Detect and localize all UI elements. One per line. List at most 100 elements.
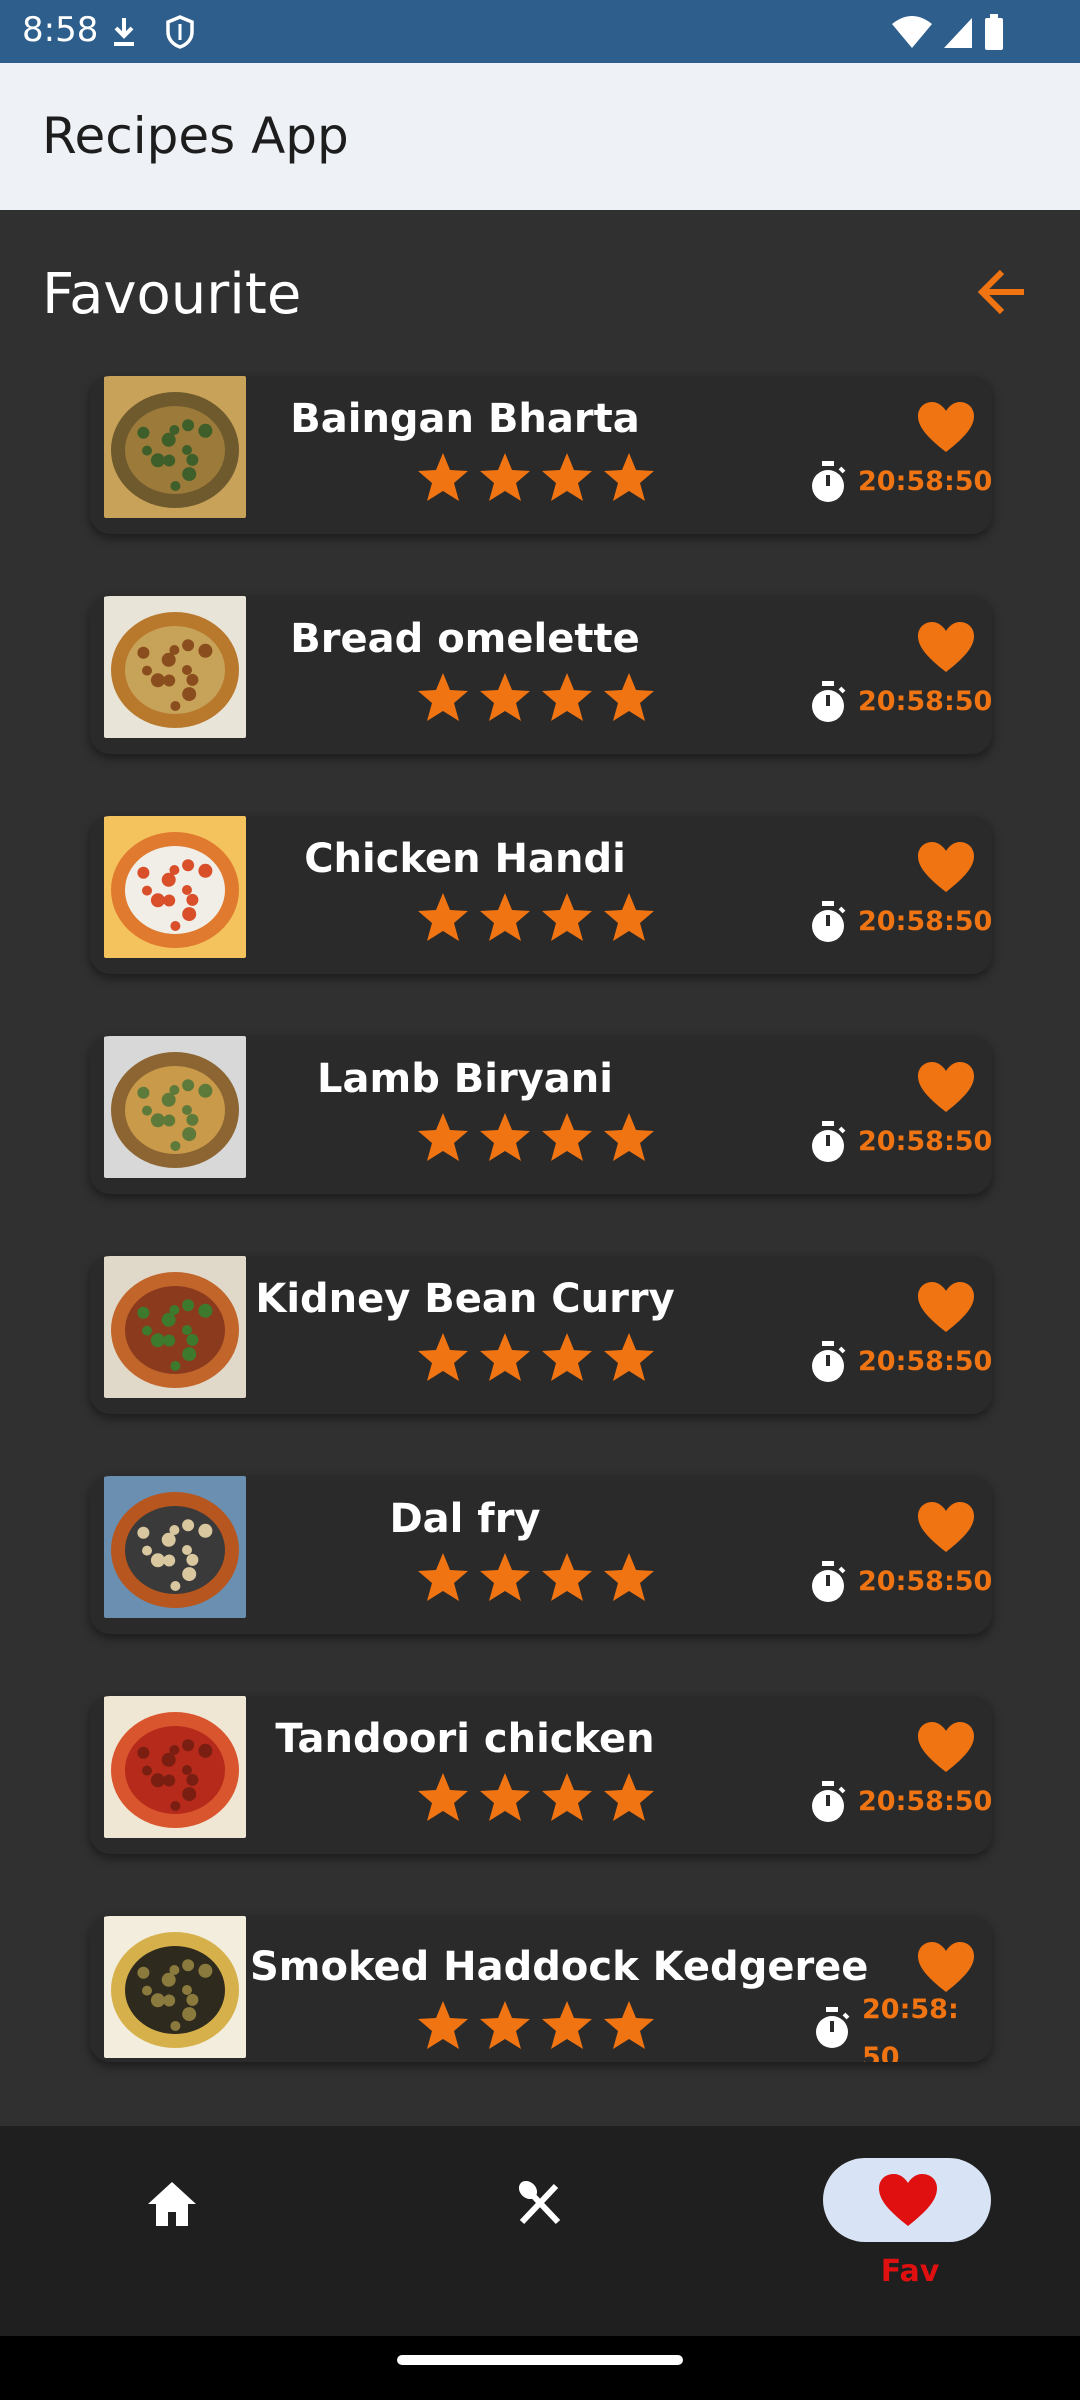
star-icon [418, 1113, 468, 1161]
download-icon [114, 18, 134, 46]
stopwatch-icon [812, 681, 846, 722]
star-icon [480, 2001, 530, 2049]
rating-stars [415, 890, 665, 946]
gesture-handle[interactable] [397, 2355, 683, 2365]
arrow-left-icon[interactable] [972, 262, 1032, 322]
stopwatch-icon [812, 1561, 846, 1602]
star-icon [480, 1773, 530, 1821]
recipe-card[interactable]: Tandoori chicken 20:58:50 [90, 1696, 992, 1854]
star-icon [480, 1553, 530, 1601]
app-bar: Recipes App [0, 63, 1080, 210]
recipe-name: Bread omelette [290, 616, 640, 662]
stopwatch-icon [812, 901, 846, 942]
recipe-card[interactable]: Bread omelette 20:58:50 [90, 596, 992, 754]
food-image [104, 1696, 246, 1838]
star-icon [418, 673, 468, 721]
favourite-heart-icon[interactable] [916, 620, 976, 676]
star-icon [604, 1333, 654, 1381]
rating-stars [415, 1998, 665, 2054]
heart-icon[interactable] [877, 2172, 939, 2230]
star-icon [542, 893, 592, 941]
wifi-icon [892, 16, 932, 48]
battery-icon [985, 14, 1003, 50]
cook-time: 20:58:50 [858, 1346, 992, 1377]
star-icon [542, 673, 592, 721]
recipe-thumbnail [104, 816, 246, 958]
recipe-name: Baingan Bharta [290, 396, 640, 442]
recipe-thumbnail [104, 596, 246, 738]
star-icon [542, 1113, 592, 1161]
utensils-icon[interactable] [512, 2176, 568, 2232]
star-icon [542, 2001, 592, 2049]
star-icon [418, 1553, 468, 1601]
favourite-heart-icon[interactable] [916, 1500, 976, 1556]
stopwatch-icon [816, 2007, 850, 2048]
food-image [104, 1256, 246, 1398]
stopwatch-icon [812, 461, 846, 502]
star-icon [418, 1773, 468, 1821]
favourite-heart-icon[interactable] [916, 400, 976, 456]
bottom-nav: Fav [0, 2126, 1080, 2336]
food-image [104, 1916, 246, 2058]
rating-stars [415, 1550, 665, 1606]
cook-time: 20:58:50 [858, 906, 992, 937]
favourite-heart-icon[interactable] [916, 1720, 976, 1776]
rating-stars [415, 1330, 665, 1386]
stopwatch-icon [812, 1121, 846, 1162]
star-icon [604, 2001, 654, 2049]
stopwatch-icon [812, 1341, 846, 1382]
stopwatch-icon [812, 1781, 846, 1822]
recipe-name: Lamb Biryani [317, 1056, 613, 1102]
star-icon [604, 453, 654, 501]
star-icon [418, 893, 468, 941]
favourite-heart-icon[interactable] [916, 1060, 976, 1116]
recipe-thumbnail [104, 376, 246, 518]
recipe-card[interactable]: Lamb Biryani 20:58:50 [90, 1036, 992, 1194]
recipe-name: Dal fry [389, 1496, 541, 1542]
recipe-name: Chicken Handi [304, 836, 626, 882]
star-icon [418, 2001, 468, 2049]
recipe-card[interactable]: Dal fry 20:58:50 [90, 1476, 992, 1634]
star-icon [604, 893, 654, 941]
status-time: 8:58 [22, 10, 99, 50]
star-icon [604, 1773, 654, 1821]
star-icon [542, 1553, 592, 1601]
recipe-name: Smoked Haddock Kedgeree [250, 1944, 869, 1990]
recipe-card[interactable]: Chicken Handi 20:58:50 [90, 816, 992, 974]
home-icon[interactable] [144, 2176, 200, 2232]
recipe-card[interactable]: Baingan Bharta 20:58:50 [90, 376, 992, 534]
star-icon [480, 673, 530, 721]
favourite-heart-icon[interactable] [916, 840, 976, 896]
rating-stars [415, 1110, 665, 1166]
recipe-card[interactable]: Kidney Bean Curry 20:58:50 [90, 1256, 992, 1414]
cook-time: 20:58:50 [858, 466, 992, 497]
recipe-name: Kidney Bean Curry [255, 1276, 675, 1322]
food-image [104, 376, 246, 518]
recipe-thumbnail [104, 1036, 246, 1178]
app-title: Recipes App [42, 107, 349, 165]
food-image [104, 816, 246, 958]
cook-time: 20:58:50 [858, 1126, 992, 1157]
rating-stars [415, 670, 665, 726]
nav-fav-label[interactable]: Fav [870, 2254, 950, 2289]
cook-time: 20:58:50 [862, 1994, 959, 2062]
star-icon [418, 453, 468, 501]
star-icon [480, 1333, 530, 1381]
recipe-thumbnail [104, 1256, 246, 1398]
star-icon [418, 1333, 468, 1381]
star-icon [604, 673, 654, 721]
food-image [104, 596, 246, 738]
favourite-heart-icon[interactable] [916, 1280, 976, 1336]
star-icon [480, 893, 530, 941]
star-icon [604, 1553, 654, 1601]
status-bar: 8:58 [0, 0, 1080, 63]
star-icon [480, 1113, 530, 1161]
star-icon [542, 1773, 592, 1821]
star-icon [604, 1113, 654, 1161]
recipe-thumbnail [104, 1476, 246, 1618]
recipe-thumbnail [104, 1916, 246, 2058]
recipe-name: Tandoori chicken [275, 1716, 655, 1762]
cook-time: 20:58:50 [858, 1786, 992, 1817]
recipe-card[interactable]: Smoked Haddock Kedgeree 20:58:50 [90, 1916, 992, 2062]
signal-icon [944, 18, 972, 48]
